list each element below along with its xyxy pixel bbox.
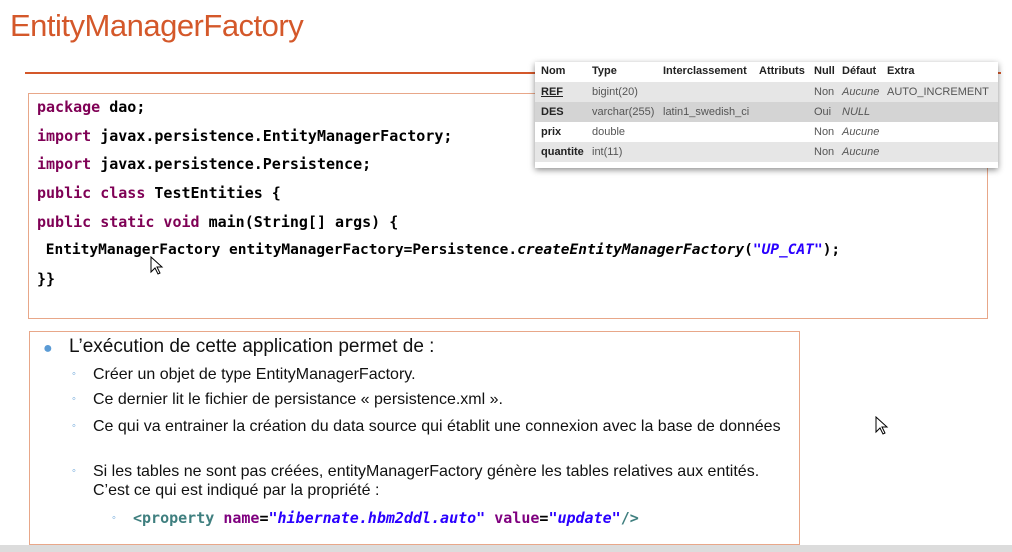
- sub-bullet-icon: ◦: [112, 512, 116, 524]
- header-null[interactable]: Null: [814, 65, 835, 77]
- field-default: Aucune: [842, 86, 880, 98]
- header-attributs[interactable]: Attributs: [759, 65, 805, 77]
- database-structure-table: Nom Type Interclassement Attributs Null …: [535, 62, 998, 168]
- field-default: Aucune: [842, 126, 880, 138]
- xml-property-line: <property name="hibernate.hbm2ddl.auto" …: [133, 509, 639, 527]
- bullet-sub-3: Ce qui va entrainer la création du data …: [93, 418, 781, 435]
- bullet-main: L’exécution de cette application permet …: [69, 336, 435, 357]
- table-row: DES varchar(255) latin1_swedish_ci Oui N…: [535, 102, 998, 122]
- header-nom[interactable]: Nom: [541, 65, 565, 77]
- bullet-dot-icon: ●: [43, 340, 53, 357]
- field-name[interactable]: REF: [541, 86, 563, 98]
- bullet-sub-2: Ce dernier lit le fichier de persistance…: [93, 391, 503, 408]
- bullet-sub-1: Créer un objet de type EntityManagerFact…: [93, 366, 416, 383]
- code-line-main: public static void main(String[] args) {: [37, 213, 399, 231]
- field-null: Non: [814, 86, 835, 98]
- field-null: Oui: [814, 106, 832, 118]
- table-row: prix double Non Aucune: [535, 122, 998, 142]
- field-collation: latin1_swedish_ci: [663, 106, 750, 118]
- code-line-closing: }}: [37, 270, 56, 288]
- field-type: double: [592, 126, 626, 138]
- table-header: Nom Type Interclassement Attributs Null …: [535, 62, 998, 82]
- code-line-package: package dao;: [37, 98, 146, 116]
- field-default: NULL: [842, 106, 871, 118]
- field-name: DES: [541, 106, 564, 118]
- bullet-sub-4: Si les tables ne sont pas créées, entity…: [93, 463, 760, 499]
- code-line-import-persistence: import javax.persistence.Persistence;: [37, 155, 372, 173]
- sub-bullet-icon: ◦: [72, 465, 76, 477]
- table-row: REF bigint(20) Non Aucune AUTO_INCREMENT: [535, 82, 998, 102]
- slide-title: EntityManagerFactory: [10, 8, 304, 43]
- field-extra: AUTO_INCREMENT: [887, 86, 989, 98]
- sub-bullet-icon: ◦: [72, 368, 76, 380]
- field-type: int(11): [592, 146, 623, 158]
- field-type: varchar(255): [592, 106, 655, 118]
- code-line-import-emf: import javax.persistence.EntityManagerFa…: [37, 127, 453, 145]
- field-null: Non: [814, 146, 835, 158]
- field-name: quantite: [541, 146, 584, 158]
- header-type[interactable]: Type: [592, 65, 617, 77]
- header-extra[interactable]: Extra: [887, 65, 915, 77]
- sub-bullet-icon: ◦: [72, 393, 76, 405]
- field-name: prix: [541, 126, 562, 138]
- field-default: Aucune: [842, 146, 880, 158]
- table-row: quantite int(11) Non Aucune: [535, 142, 998, 162]
- code-line-class: public class TestEntities {: [37, 184, 281, 202]
- field-null: Non: [814, 126, 835, 138]
- bottom-strip: [0, 545, 1012, 552]
- header-defaut[interactable]: Défaut: [842, 65, 876, 77]
- header-interclassement[interactable]: Interclassement: [663, 65, 747, 77]
- field-type: bigint(20): [592, 86, 638, 98]
- sub-bullet-icon: ◦: [72, 420, 76, 432]
